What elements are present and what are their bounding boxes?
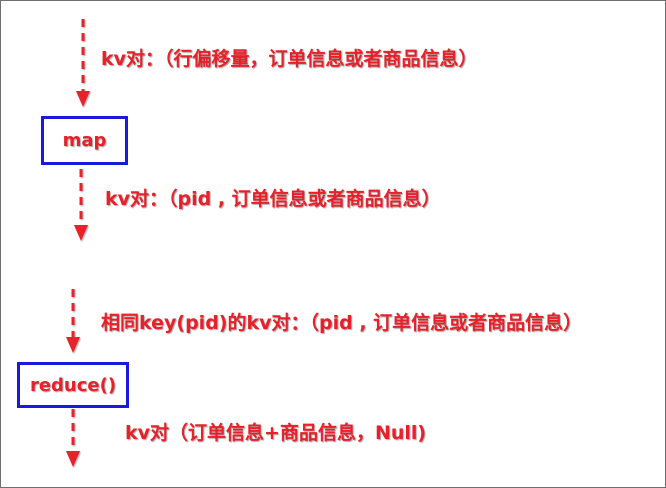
arrow-2 (74, 169, 88, 241)
arrow-3 (66, 289, 80, 353)
step3-label: 相同key(pid)的kv对：（pid , 订单信息或者商品信息） (101, 312, 583, 334)
flow-arrows (66, 19, 90, 467)
step2-label: kv对：（pid , 订单信息或者商品信息） (105, 188, 441, 210)
step1-label: kv对：（行偏移量，订单信息或者商品信息） (101, 48, 478, 70)
diagram-canvas: kv对：（行偏移量，订单信息或者商品信息） map kv对：（pid , 订单信… (0, 0, 666, 488)
reduce-box-label: reduce() (29, 374, 117, 396)
map-box-label: map (62, 130, 107, 151)
arrow-1 (76, 19, 90, 107)
step4-label: kv对（订单信息+商品信息，Null) (125, 422, 427, 444)
map-box: map (41, 116, 128, 165)
reduce-box: reduce() (17, 362, 129, 408)
arrow-4 (66, 409, 80, 467)
